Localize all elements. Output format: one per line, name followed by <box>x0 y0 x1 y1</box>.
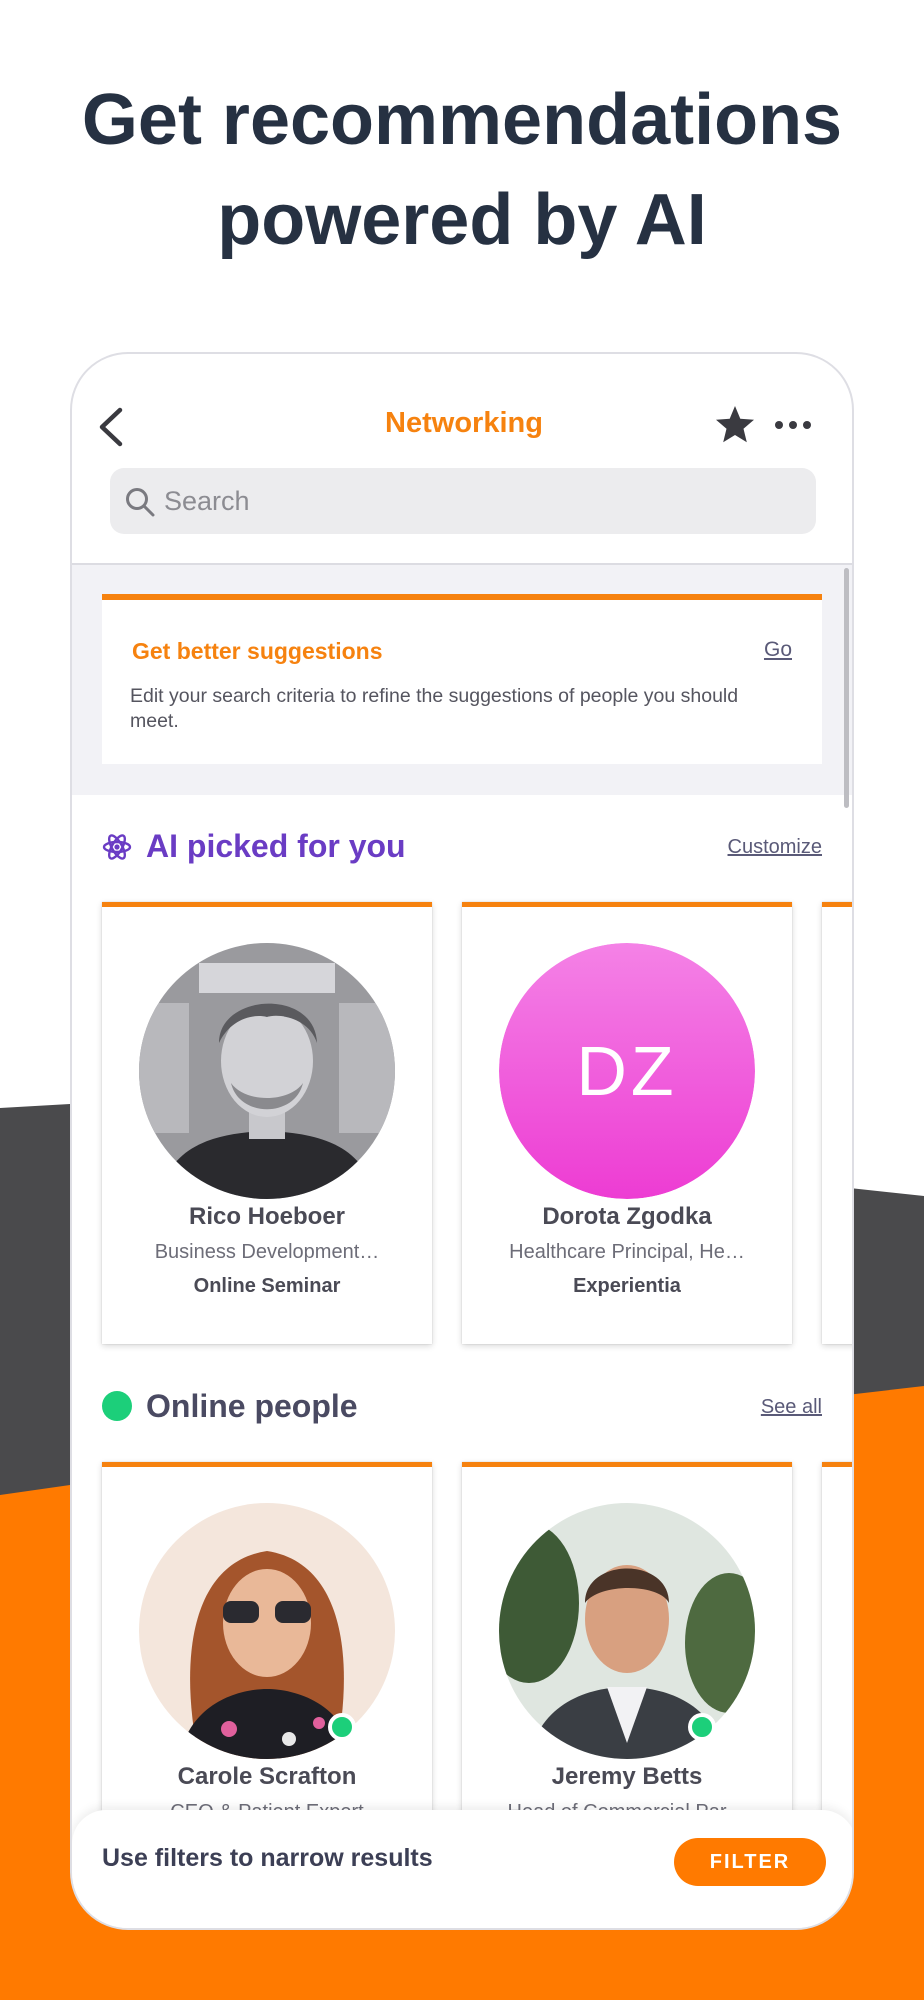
avatar <box>139 943 395 1199</box>
person-card[interactable]: DZ Dorota Zgodka Healthcare Principal, H… <box>462 902 792 1344</box>
avatar-initials: DZ <box>499 943 755 1199</box>
person-organization: Experientia <box>573 1275 681 1297</box>
person-name: Rico Hoeboer <box>188 1203 346 1230</box>
banner-title: Get better suggestions <box>132 638 383 664</box>
person-organization: Online Seminar <box>193 1275 341 1297</box>
more-dots-icon <box>775 421 811 429</box>
see-all-link[interactable]: See all <box>761 1396 822 1419</box>
atom-icon <box>102 834 132 860</box>
online-indicator <box>688 1713 716 1741</box>
person-name: Jeremy Betts <box>551 1763 703 1790</box>
online-indicator <box>328 1713 356 1741</box>
filter-button[interactable]: FILTER <box>674 1838 826 1886</box>
online-status-icon <box>102 1391 132 1421</box>
avatar <box>139 1503 395 1759</box>
star-icon <box>716 406 754 443</box>
customize-link[interactable]: Customize <box>728 836 822 859</box>
person-photo-icon <box>139 1503 395 1759</box>
person-card-partial[interactable] <box>822 902 852 1344</box>
online-section-title: Online people <box>146 1388 358 1424</box>
search-icon <box>126 488 155 517</box>
ai-section-title: AI picked for you <box>146 828 406 864</box>
ai-section-header: AI picked for you Customize <box>102 824 822 868</box>
avatar: DZ <box>499 943 755 1199</box>
avatar <box>499 1503 755 1759</box>
person-photo-icon <box>139 943 395 1199</box>
promo-headline: Get recommendations powered by AI <box>0 70 924 270</box>
banner-go-link[interactable]: Go <box>764 638 792 662</box>
search-placeholder: Search <box>164 486 250 516</box>
person-role: Healthcare Principal, He… <box>509 1241 745 1263</box>
search-input[interactable]: Search <box>110 468 816 534</box>
scrollbar[interactable] <box>844 568 849 808</box>
person-role: Business Development… <box>154 1241 380 1263</box>
phone-screen: Networking Search Get better suggestions… <box>70 352 854 1930</box>
person-name: Dorota Zgodka <box>542 1203 712 1230</box>
more-options-button[interactable] <box>770 402 816 448</box>
filter-bar: Use filters to narrow results FILTER <box>72 1810 852 1928</box>
person-name: Carole Scrafton <box>177 1763 357 1790</box>
filter-hint: Use filters to narrow results <box>102 1844 433 1872</box>
suggestion-banner-area: Get better suggestions Go Edit your sear… <box>72 565 852 795</box>
headline-line-2: powered by AI <box>217 180 707 260</box>
banner-description: Edit your search criteria to refine the … <box>130 685 739 732</box>
person-card[interactable]: Rico Hoeboer Business Development… Onlin… <box>102 902 432 1344</box>
ai-cards-row: Rico Hoeboer Business Development… Onlin… <box>72 902 852 1344</box>
favorite-button[interactable] <box>712 402 758 448</box>
headline-line-1: Get recommendations <box>81 80 843 160</box>
suggestion-banner: Get better suggestions Go Edit your sear… <box>102 594 822 764</box>
online-section-header: Online people See all <box>102 1384 822 1428</box>
person-photo-icon <box>499 1503 755 1759</box>
